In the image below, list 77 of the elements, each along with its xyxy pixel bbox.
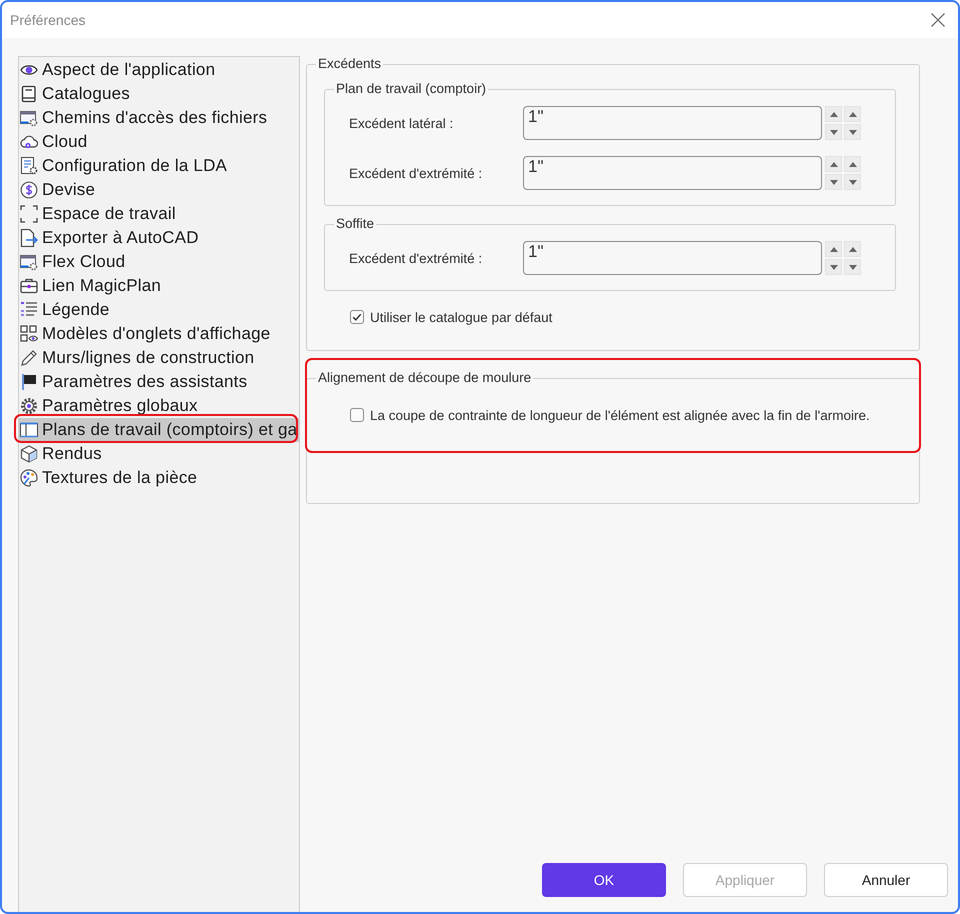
category-item[interactable]: Catalogues — [19, 82, 299, 106]
briefcase-icon — [20, 277, 38, 295]
gear-icon — [20, 397, 38, 415]
decrement-button[interactable] — [844, 259, 861, 275]
cloud-gear-icon — [20, 133, 38, 151]
category-item[interactable]: Espace de travail — [19, 202, 299, 226]
pencil-icon — [20, 349, 38, 367]
category-item[interactable]: Flex Cloud — [19, 250, 299, 274]
document-gear-icon — [20, 157, 38, 175]
field-label: Excédent d'extrémité : — [349, 166, 484, 180]
caret-down-icon — [830, 264, 838, 270]
category-item[interactable]: Modèles d'onglets d'affichage — [19, 322, 299, 346]
caret-up-icon — [848, 246, 856, 252]
group-title: Soffite — [335, 216, 376, 232]
caret-up-icon — [830, 162, 838, 166]
caret-down-icon — [848, 264, 856, 270]
caret-up-icon — [830, 112, 838, 116]
category-item[interactable]: Rendus — [19, 442, 299, 466]
decrement-button[interactable] — [825, 174, 842, 190]
category-item[interactable]: Légende — [19, 298, 299, 322]
caret-up-icon — [830, 246, 838, 252]
palette-icon — [20, 469, 38, 487]
field-label: Excédent latéral : — [349, 116, 454, 130]
category-item[interactable]: Murs/lignes de construction — [19, 346, 299, 370]
field-label: Excédent d'extrémité : — [349, 250, 484, 266]
window-gear-icon — [20, 109, 38, 127]
increment-button[interactable] — [825, 106, 842, 122]
category-item[interactable]: Chemins d'accès des fichiers — [19, 106, 299, 130]
ok-button[interactable]: OK — [542, 863, 666, 897]
list-icon — [20, 301, 38, 319]
caret-up-icon — [848, 162, 856, 166]
dollar-icon — [20, 181, 38, 199]
category-item[interactable]: Devise — [19, 178, 299, 202]
category-item[interactable]: Lien MagicPlan — [19, 274, 299, 298]
category-item[interactable]: Exporter à AutoCAD — [19, 226, 299, 250]
caret-down-icon — [830, 130, 838, 134]
category-item[interactable]: Aspect de l'application — [19, 58, 299, 82]
category-item[interactable]: Paramètres des assistants — [19, 370, 299, 394]
decrement-button[interactable] — [844, 174, 861, 190]
grid-eye-icon — [20, 325, 38, 343]
decrement-button[interactable] — [825, 259, 842, 275]
category-item[interactable]: Textures de la pièce — [19, 466, 299, 490]
number-field[interactable]: 1" — [523, 156, 822, 190]
increment-button[interactable] — [825, 241, 842, 257]
increment-button[interactable] — [844, 106, 861, 122]
category-item[interactable]: Configuration de la LDA — [19, 154, 299, 178]
group-title: Alignement de découpe de moulure — [317, 370, 532, 386]
document-arrow-icon — [20, 229, 38, 247]
group-title: Plan de travail (comptoir) — [335, 81, 488, 97]
decrement-button[interactable] — [844, 124, 861, 140]
checkbox-label: La coupe de contrainte de longueur de l'élément est alignée avec la fin de l'armoire. — [370, 408, 870, 422]
number-field[interactable]: 1" — [523, 241, 822, 275]
caret-down-icon — [848, 130, 856, 134]
category-item[interactable]: Paramètres globaux — [19, 394, 299, 418]
category-item[interactable]: Cloud — [19, 130, 299, 154]
dialog-button[interactable]: Annuler — [824, 863, 948, 897]
checkbox[interactable] — [350, 408, 364, 422]
window-gear-icon — [20, 253, 38, 271]
increment-button[interactable] — [844, 241, 861, 257]
close-button[interactable] — [931, 13, 945, 27]
cube-icon — [20, 445, 38, 463]
flag-icon — [20, 373, 38, 391]
decrement-button[interactable] — [825, 124, 842, 140]
number-field[interactable]: 1" — [523, 106, 822, 140]
caret-down-icon — [830, 180, 838, 184]
increment-button[interactable] — [825, 156, 842, 172]
checkbox-label: Utiliser le catalogue par défaut — [370, 310, 552, 324]
group-title: Excédents — [317, 56, 382, 72]
panel-icon — [20, 421, 38, 439]
window-title: Préférences — [10, 12, 86, 28]
caret-up-icon — [848, 112, 856, 116]
increment-button[interactable] — [844, 156, 861, 172]
checkbox[interactable] — [350, 310, 364, 324]
caret-down-icon — [848, 180, 856, 184]
book-icon — [20, 85, 38, 103]
dashed-frame-icon — [20, 205, 38, 223]
close-icon — [931, 13, 945, 27]
